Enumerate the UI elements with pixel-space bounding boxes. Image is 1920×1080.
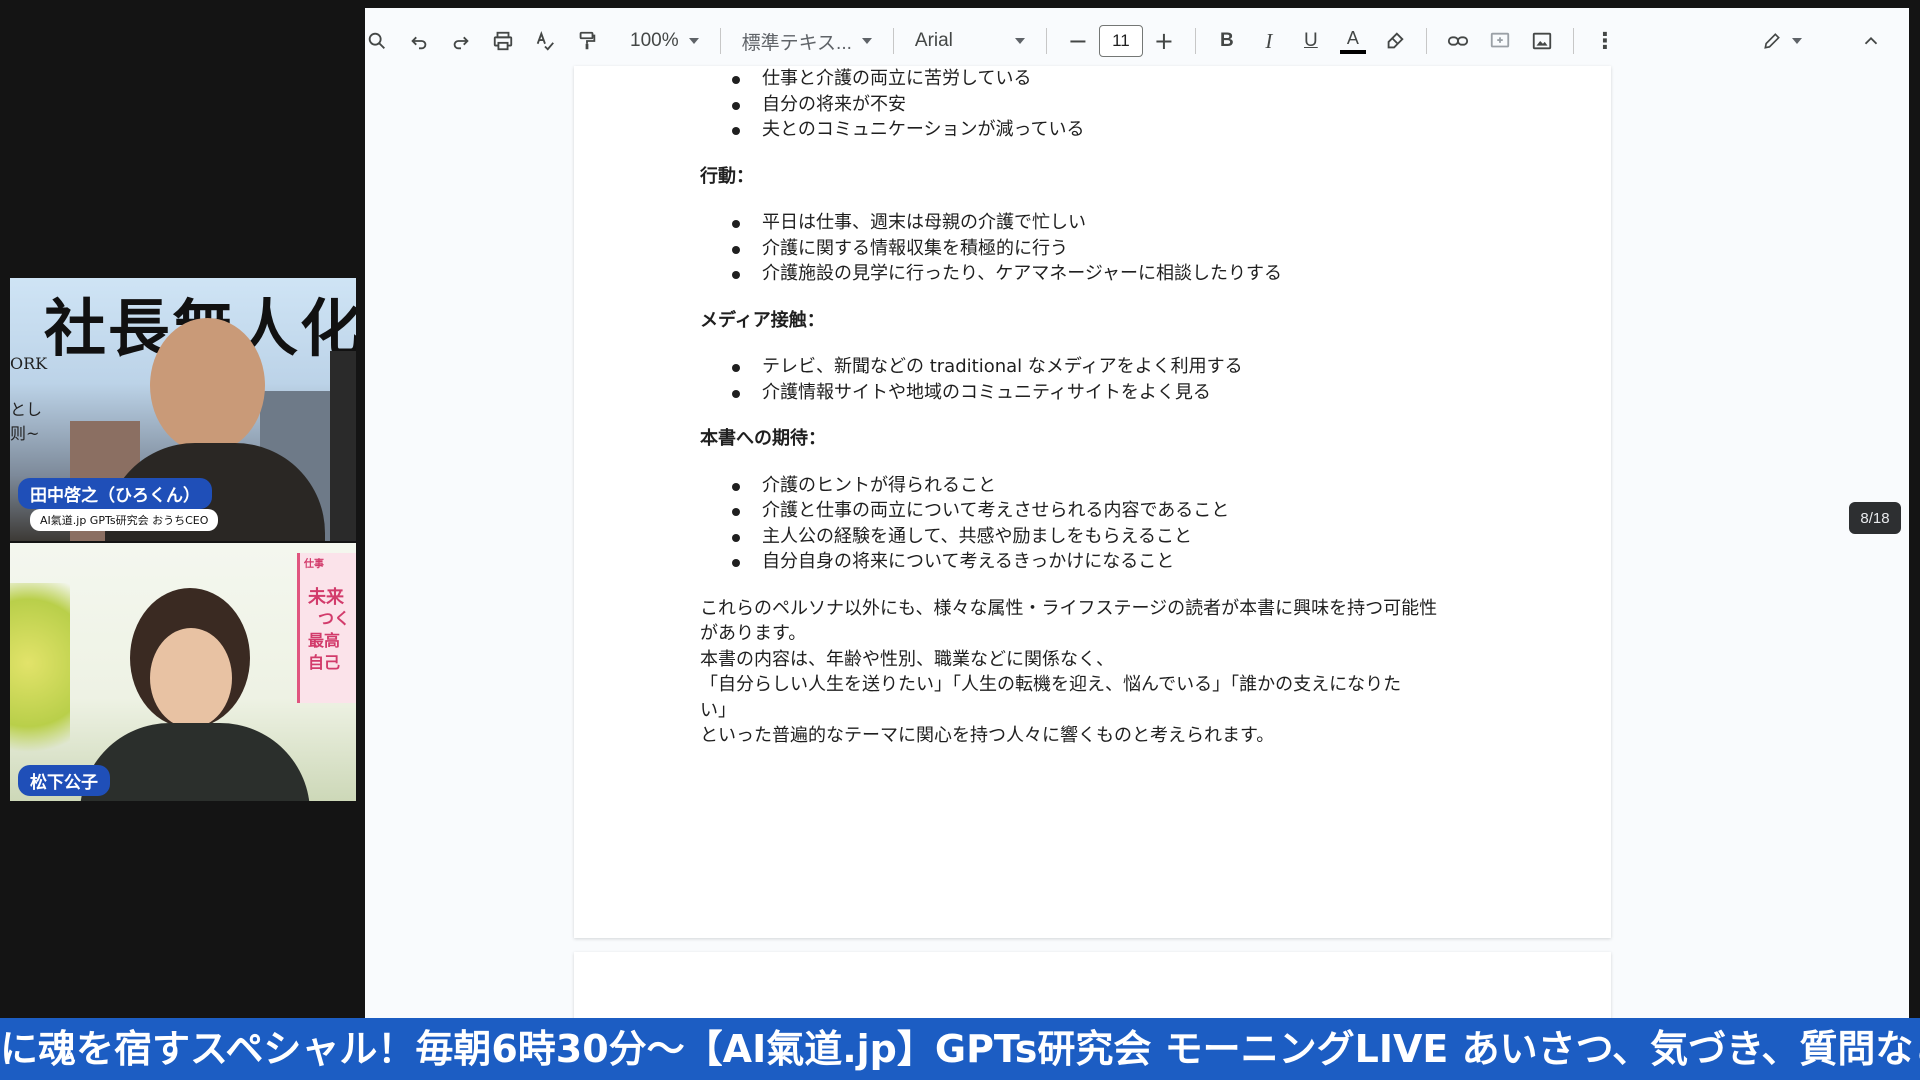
text-color-swatch <box>1339 49 1366 54</box>
chevron-down-icon <box>1792 38 1802 44</box>
news-ticker: に魂を宿すスペシャル！毎朝6時30分〜【AI氣道.jp】GPTs研究会 モーニン… <box>0 1018 1920 1080</box>
toolbar-divider <box>1045 28 1047 54</box>
closing-line: これらのペルソナ以外にも、様々な属性・ライフステージの読者が本書に興味を持つ可能… <box>700 597 1438 619</box>
list-item: 介護に関する情報収集を積極的に行う <box>732 236 1520 262</box>
toolbar-divider <box>719 28 721 54</box>
zoom-select[interactable]: 100% <box>622 23 707 59</box>
chevron-down-icon <box>861 38 872 44</box>
print-icon[interactable] <box>485 23 521 59</box>
bullet-list-action: 平日は仕事、週末は母親の介護で忙しい 介護に関する情報収集を積極的に行う 介護施… <box>700 210 1520 287</box>
text-color-label: A <box>1346 27 1359 48</box>
style-value: 標準テキス... <box>741 32 852 54</box>
list-item: 自分自身の将来について考えるきっかけになること <box>732 549 1520 575</box>
link-icon[interactable] <box>1440 23 1476 59</box>
list-item: 介護と仕事の両立について考えさせられる内容であること <box>732 498 1520 524</box>
list-item: テレビ、新聞などの traditional なメディアをよく利用する <box>732 354 1520 380</box>
underline-button[interactable]: U <box>1293 23 1329 59</box>
bullet-list-expectation: 介護のヒントが得られること 介護と仕事の両立について考えさせられる内容であること… <box>700 473 1520 575</box>
redo-icon[interactable] <box>443 23 479 59</box>
docs-window: 100% 標準テキス... Arial − 11 + B I U A ⋮ 仕事と… <box>365 8 1909 1018</box>
bullet-list-top: 仕事と介護の両立に苦労している 自分の将来が不安 夫とのコミュニケーションが減っ… <box>700 66 1520 143</box>
background-side-text: 则~ <box>10 424 40 443</box>
style-select[interactable]: 標準テキス... <box>734 23 880 59</box>
search-icon[interactable] <box>365 23 395 59</box>
video-tile-guest: 仕事 未来 つく 最高 自己 松下公子 <box>10 543 356 801</box>
toolbar-divider <box>1425 28 1427 54</box>
guest-name-tag: 松下公子 <box>18 765 110 796</box>
list-item: 介護のヒントが得られること <box>732 473 1520 499</box>
decrease-font-size-button[interactable]: − <box>1060 23 1096 59</box>
guest-face <box>150 628 232 728</box>
closing-line: い」 <box>700 699 736 721</box>
host-name-tag: 田中啓之（ひろくん） <box>18 478 212 509</box>
host-avatar <box>150 318 265 453</box>
text-color-button[interactable]: A <box>1335 23 1371 59</box>
increase-font-size-button[interactable]: + <box>1146 23 1182 59</box>
paint-format-icon[interactable] <box>569 23 605 59</box>
undo-icon[interactable] <box>401 23 437 59</box>
highlight-icon[interactable] <box>1377 23 1413 59</box>
heading-expectation: 本書への期待： <box>700 428 826 449</box>
more-options-icon[interactable]: ⋮ <box>1587 23 1623 59</box>
closing-line: があります。 <box>700 623 807 644</box>
guest-body <box>80 723 310 801</box>
heading-action: 行動： <box>700 165 754 187</box>
add-comment-icon[interactable] <box>1482 23 1518 59</box>
document-page[interactable]: 仕事と介護の両立に苦労している 自分の将来が不安 夫とのコミュニケーションが減っ… <box>574 66 1611 938</box>
document-page-next[interactable] <box>574 952 1611 1018</box>
chevron-down-icon <box>688 38 699 44</box>
zoom-value: 100% <box>630 30 679 51</box>
insert-image-icon[interactable] <box>1524 23 1560 59</box>
list-item: 仕事と介護の両立に苦労している <box>732 66 1520 92</box>
ticker-text: に魂を宿すスペシャル！毎朝6時30分〜【AI氣道.jp】GPTs研究会 モーニン… <box>0 1027 1920 1071</box>
spellcheck-icon[interactable] <box>527 23 563 59</box>
background-side-text: ORK <box>10 354 48 373</box>
editing-mode-select[interactable] <box>1754 23 1810 59</box>
italic-button[interactable]: I <box>1251 23 1287 59</box>
background-plant <box>10 583 70 783</box>
list-item: 介護情報サイトや地域のコミュニティサイトをよく見る <box>732 380 1520 406</box>
list-item: 平日は仕事、週末は母親の介護で忙しい <box>732 210 1520 236</box>
page-indicator: 8/18 <box>1849 502 1901 534</box>
font-value: Arial <box>914 30 953 51</box>
video-tile-host: 社長無人化 ORK とし 则~ 田中啓之（ひろくん） AI氣道.jp GPTs研… <box>10 278 356 541</box>
list-item: 主人公の経験を通して、共感や励ましをもらえること <box>732 524 1520 550</box>
bold-button[interactable]: B <box>1209 23 1245 59</box>
toolbar-divider <box>1572 28 1574 54</box>
list-item: 夫とのコミュニケーションが減っている <box>732 117 1520 143</box>
closing-line: といった普遍的なテーマに関心を持つ人々に響くものと考えられます。 <box>700 725 1275 746</box>
docs-toolbar: 100% 標準テキス... Arial − 11 + B I U A ⋮ <box>365 8 1909 74</box>
bullet-list-media: テレビ、新聞などの traditional なメディアをよく利用する 介護情報サ… <box>700 354 1520 405</box>
pencil-icon <box>1764 33 1780 49</box>
toolbar-divider <box>892 28 894 54</box>
toolbar-divider <box>1194 28 1196 54</box>
closing-line: 本書の内容は、年齢や性別、職業などに関係なく、 <box>700 648 1114 670</box>
list-item: 介護施設の見学に行ったり、ケアマネージャーに相談したりする <box>732 261 1520 287</box>
font-size-input[interactable]: 11 <box>1098 25 1143 57</box>
background-book: 仕事 未来 つく 最高 自己 <box>297 553 356 703</box>
background-side-text: とし <box>10 400 43 419</box>
host-title-tag: AI氣道.jp GPTs研究会 おうちCEO <box>30 509 219 531</box>
document-body[interactable]: 仕事と介護の両立に苦労している 自分の将来が不安 夫とのコミュニケーションが減っ… <box>700 66 1520 749</box>
list-item: 自分の将来が不安 <box>732 92 1520 118</box>
font-select[interactable]: Arial <box>907 23 1033 59</box>
chevron-up-icon[interactable] <box>1853 23 1889 59</box>
chevron-down-icon <box>1014 38 1025 44</box>
heading-media: メディア接触： <box>700 309 825 331</box>
closing-line: 「自分らしい人生を送りたい」「人生の転機を迎え、悩んでいる」「誰かの支えになりた <box>700 674 1402 695</box>
background-building <box>330 351 356 541</box>
